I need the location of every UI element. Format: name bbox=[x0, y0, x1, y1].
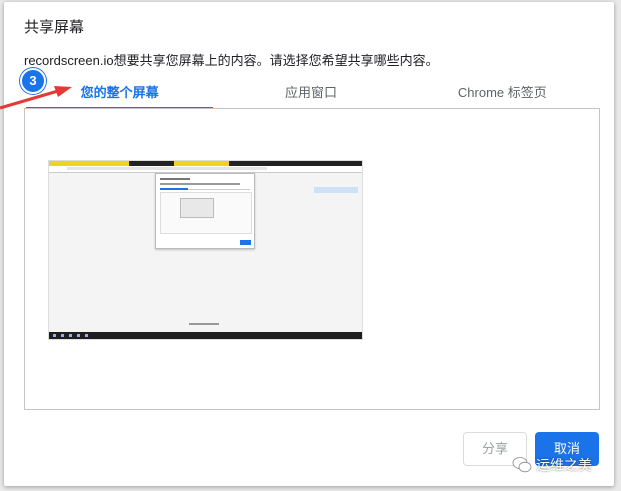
wechat-icon bbox=[512, 457, 532, 473]
thumbnail-dialog-active-tab bbox=[160, 188, 188, 190]
thumbnail-taskbar bbox=[49, 332, 362, 339]
source-tabs: 您的整个屏幕 应用窗口 Chrome 标签页 bbox=[24, 80, 598, 109]
thumbnail-dialog-preview bbox=[180, 198, 214, 218]
dialog-title: 共享屏幕 bbox=[24, 19, 85, 36]
thumbnail-dialog bbox=[155, 173, 255, 249]
thumbnail-dialog-subtitle bbox=[160, 183, 240, 185]
thumbnail-url bbox=[67, 167, 267, 170]
wechat-watermark: 运维之美 bbox=[512, 450, 592, 480]
taskbar-icon bbox=[53, 334, 56, 337]
tab-application-window[interactable]: 应用窗口 bbox=[215, 80, 406, 108]
thumbnail-side-panel bbox=[314, 187, 358, 193]
taskbar-icon bbox=[61, 334, 64, 337]
tab-chrome-tab[interactable]: Chrome 标签页 bbox=[407, 80, 598, 108]
taskbar-icon bbox=[77, 334, 80, 337]
step-badge: 3 bbox=[20, 68, 46, 94]
taskbar-icon bbox=[69, 334, 72, 337]
thumbnail-address-bar bbox=[49, 166, 362, 173]
arrow-head bbox=[54, 86, 72, 97]
taskbar-icon bbox=[85, 334, 88, 337]
thumbnail-center-text bbox=[189, 323, 219, 325]
thumbnail-dialog-title bbox=[160, 178, 190, 180]
screen-thumbnail[interactable] bbox=[48, 160, 363, 340]
source-list bbox=[24, 108, 600, 410]
watermark-text: 运维之美 bbox=[536, 457, 592, 473]
share-screen-dialog: 共享屏幕 recordscreen.io想要共享您屏幕上的内容。请选择您希望共享… bbox=[4, 2, 614, 486]
dialog-subtitle: recordscreen.io想要共享您屏幕上的内容。请选择您希望共享哪些内容。 bbox=[24, 53, 439, 68]
thumbnail-dialog-button bbox=[240, 240, 251, 245]
